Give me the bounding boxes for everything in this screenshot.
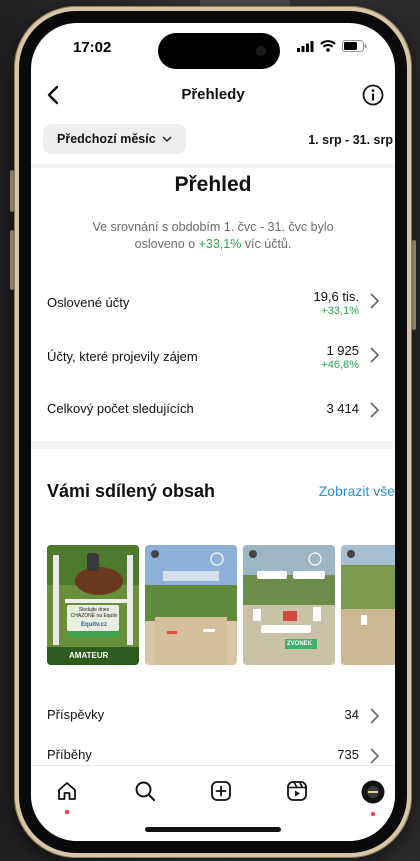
phone-screen: 17:02 Přehledy Předchozí měsíc 1. srp - … bbox=[31, 23, 395, 841]
tab-home[interactable] bbox=[47, 780, 87, 816]
thumbnail-image bbox=[47, 545, 139, 665]
content-thumbnail[interactable] bbox=[341, 545, 395, 665]
reels-icon bbox=[287, 781, 307, 801]
content-thumbnail[interactable]: Sledujte dnes CHAZONE na Equitv Equitv.c… bbox=[47, 545, 139, 665]
count-row-posts[interactable]: Příspěvky 34 bbox=[47, 705, 381, 729]
battery-icon bbox=[342, 40, 367, 52]
thumbnail-text: ZVONEK bbox=[287, 641, 313, 647]
dynamic-island bbox=[158, 33, 280, 69]
thumbnail-text: Equitv.cz bbox=[81, 622, 107, 628]
thumbnail-image bbox=[145, 545, 237, 665]
wifi-icon bbox=[320, 40, 336, 52]
period-label: Předchozí měsíc bbox=[57, 132, 156, 146]
chevron-right-icon bbox=[370, 347, 380, 363]
thumbnail-caption: Sledujte dnes CHAZONE na Equitv Equitv.c… bbox=[69, 607, 119, 628]
thumbnail-text: CHAZONE na Equitv bbox=[70, 613, 118, 619]
metric-value: 1 925 bbox=[326, 343, 359, 358]
tab-create[interactable] bbox=[201, 780, 241, 816]
count-label: Příběhy bbox=[47, 747, 92, 762]
content-thumbnail[interactable]: ZVONEK bbox=[243, 545, 335, 665]
period-dropdown[interactable]: Předchozí měsíc bbox=[43, 124, 186, 154]
notification-dot bbox=[371, 812, 375, 816]
thumbnail-text: AMATEUR bbox=[69, 651, 109, 660]
status-bar: 17:02 bbox=[31, 23, 395, 71]
chevron-right-icon bbox=[370, 708, 380, 724]
home-indicator bbox=[145, 827, 281, 832]
filter-row: Předchozí měsíc 1. srp - 31. srp bbox=[31, 123, 395, 157]
page-title: Přehledy bbox=[181, 86, 245, 103]
metric-change: +33,1% bbox=[321, 305, 359, 317]
profile-avatar bbox=[361, 780, 385, 804]
show-all-link[interactable]: Zobrazit vše bbox=[319, 483, 395, 499]
overview-desc-text-end: víc účtů. bbox=[241, 237, 292, 251]
info-circle-icon bbox=[362, 84, 384, 106]
overview-desc-highlight: +33,1% bbox=[198, 237, 242, 251]
info-button[interactable] bbox=[359, 81, 387, 109]
camera-dot bbox=[256, 46, 266, 56]
status-icons bbox=[297, 40, 367, 52]
shared-content-title: Vámi sdílený obsah bbox=[47, 481, 216, 501]
metric-label: Oslovené účty bbox=[47, 295, 130, 310]
metric-value: 19,6 tis. bbox=[313, 289, 359, 304]
section-divider bbox=[31, 441, 395, 449]
count-value: 735 bbox=[337, 747, 359, 762]
search-icon bbox=[135, 781, 155, 801]
side-button bbox=[412, 240, 416, 330]
date-range: 1. srp - 31. srp bbox=[308, 133, 393, 147]
thumbnail-image bbox=[341, 545, 395, 665]
status-time: 17:02 bbox=[73, 39, 112, 56]
metric-change: +46,8% bbox=[321, 359, 359, 371]
tab-search[interactable] bbox=[125, 780, 165, 816]
home-icon bbox=[58, 782, 76, 800]
notification-dot bbox=[65, 810, 69, 814]
content-thumbnail[interactable] bbox=[145, 545, 237, 665]
tab-profile[interactable] bbox=[353, 780, 393, 816]
count-value: 34 bbox=[344, 707, 359, 722]
count-label: Příspěvky bbox=[47, 707, 105, 722]
overview-description: Ve srovnání s obdobím 1. čvc - 31. čvc b… bbox=[71, 219, 355, 253]
metric-row-reach[interactable]: Oslovené účty 19,6 tis. +33,1% bbox=[47, 289, 381, 327]
chevron-right-icon bbox=[370, 402, 380, 418]
metric-value: 3 414 bbox=[326, 401, 359, 416]
create-icon bbox=[211, 781, 231, 801]
chevron-down-icon bbox=[162, 136, 172, 142]
nav-header: Přehledy bbox=[31, 79, 395, 115]
metric-label: Účty, které projevily zájem bbox=[47, 349, 198, 364]
chevron-right-icon bbox=[370, 293, 380, 309]
tab-reels[interactable] bbox=[277, 780, 317, 816]
thumbnail-image bbox=[243, 545, 335, 665]
chevron-right-icon bbox=[370, 748, 380, 764]
metric-row-followers[interactable]: Celkový počet sledujících 3 414 bbox=[47, 397, 381, 433]
metric-row-engaged[interactable]: Účty, které projevily zájem 1 925 +46,8% bbox=[47, 343, 381, 381]
overview-title: Přehled bbox=[174, 173, 252, 196]
signal-icon bbox=[297, 40, 314, 52]
section-divider bbox=[31, 164, 395, 168]
metric-label: Celkový počet sledujících bbox=[47, 401, 194, 416]
content-thumbnails: Sledujte dnes CHAZONE na Equitv Equitv.c… bbox=[47, 545, 395, 665]
